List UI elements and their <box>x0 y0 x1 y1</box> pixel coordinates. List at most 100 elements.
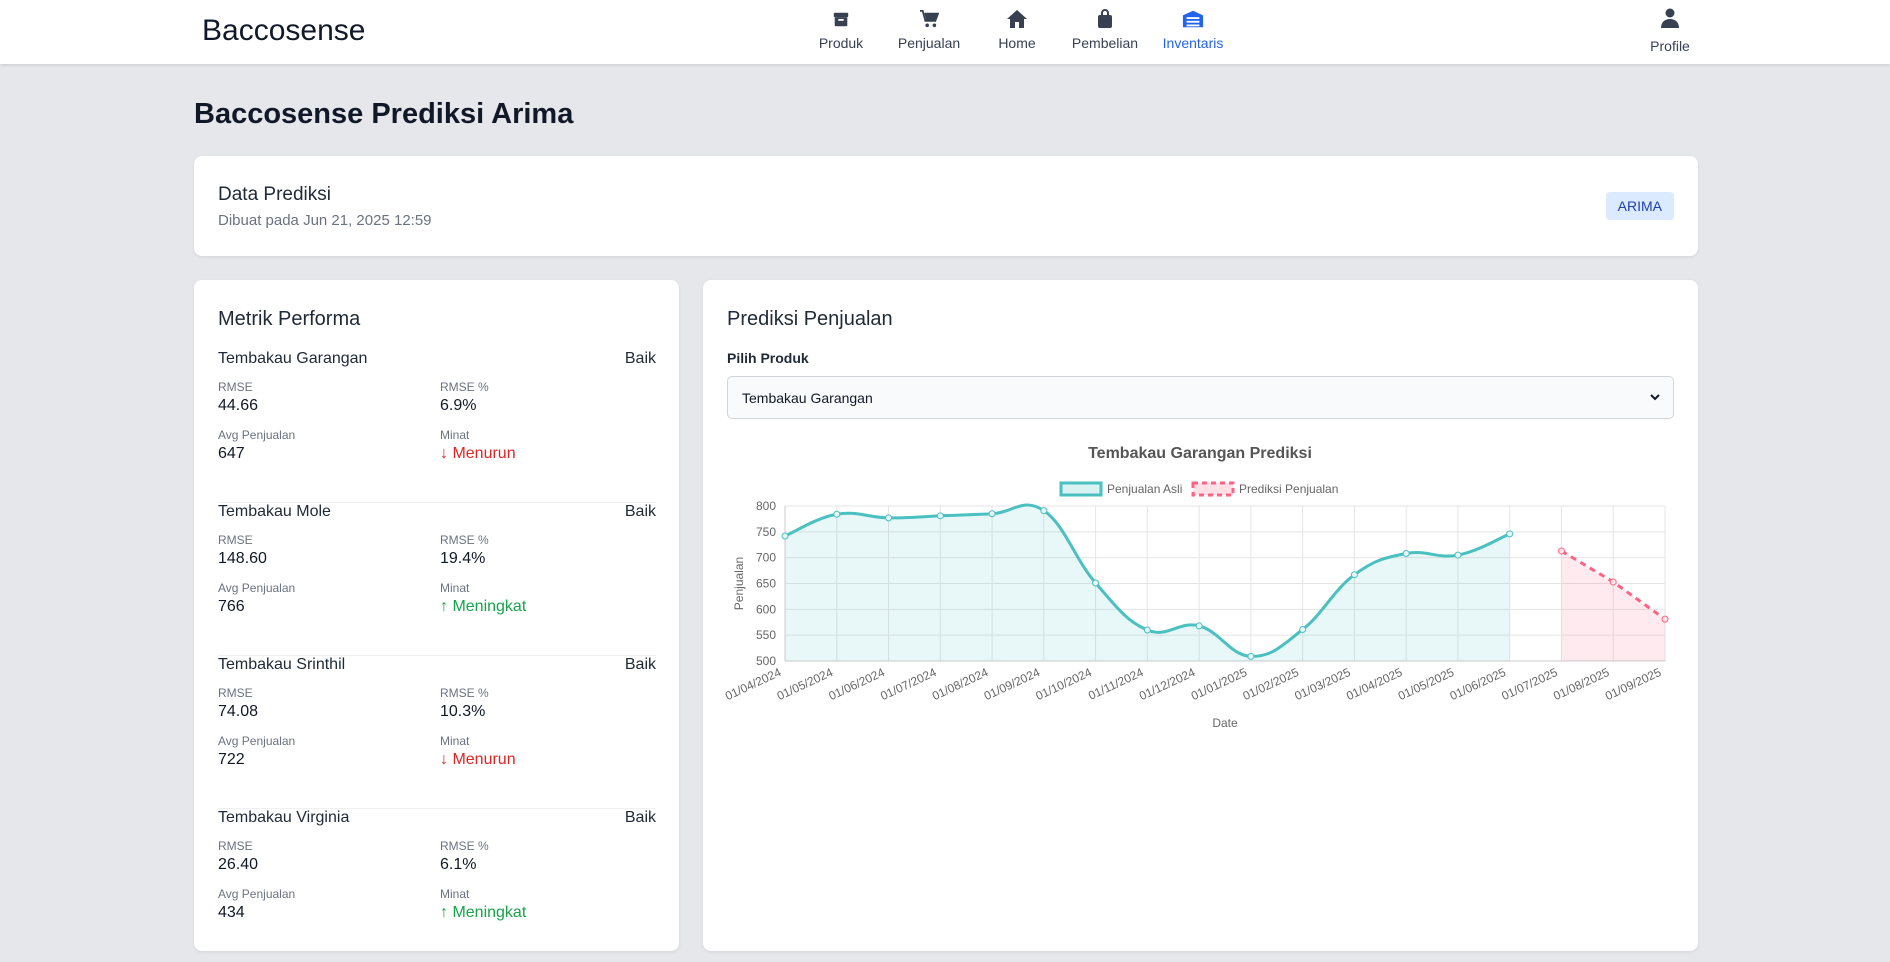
x-tick-label: 01/09/2024 <box>982 665 1043 703</box>
actual-data-point <box>1299 625 1307 633</box>
rmse-pct-label: RMSE % <box>440 686 489 700</box>
x-tick-label: 01/10/2024 <box>1034 665 1095 703</box>
trend-label: Minat <box>440 581 470 595</box>
actual-data-point <box>1454 551 1462 559</box>
y-tick-label: 600 <box>756 602 776 616</box>
legend-swatch-actual <box>1059 481 1103 497</box>
y-tick-label: 750 <box>756 525 776 539</box>
trend-value: ↑ Meningkat <box>440 904 527 921</box>
rmse-value: 44.66 <box>218 397 259 414</box>
actual-data-point <box>988 510 996 518</box>
metric-item: Tembakau Srinthil Baik RMSE 74.08 RMSE % 1… <box>218 656 656 809</box>
rmse-value: 148.60 <box>218 550 267 567</box>
avg-value: 434 <box>218 904 245 921</box>
x-tick-label: 01/09/2025 <box>1603 665 1664 703</box>
trend-label: Minat <box>440 887 470 901</box>
nav-item-produk[interactable]: Produk <box>797 8 885 51</box>
actual-data-point <box>1506 530 1514 538</box>
rmse-label: RMSE <box>218 839 253 853</box>
avg-value: 766 <box>218 598 245 615</box>
metrics-card: Metrik Performa Tembakau Garangan Baik R… <box>194 280 679 951</box>
legend-label-predicted: Prediksi Penjualan <box>1239 482 1338 496</box>
nav-item-profile[interactable]: Profile <box>1640 8 1700 54</box>
metrics-title: Metrik Performa <box>218 308 361 330</box>
y-tick-label: 700 <box>756 551 776 565</box>
metric-status: Baik <box>624 350 656 367</box>
metric-product-name: Tembakau Srinthil <box>218 656 346 673</box>
metric-item: Tembakau Garangan Baik RMSE 44.66 RMSE % 6… <box>218 350 656 503</box>
user-icon <box>1661 8 1679 33</box>
main-nav: Produk Penjualan Home Pembelian Inventar… <box>797 8 1237 51</box>
brand-logo[interactable]: Baccosense <box>202 14 365 48</box>
x-tick-label: 01/01/2025 <box>1189 665 1250 703</box>
actual-data-point <box>1092 579 1100 587</box>
metrics-list: Tembakau Garangan Baik RMSE 44.66 RMSE % 6… <box>218 350 656 962</box>
y-tick-label: 650 <box>756 577 776 591</box>
sales-prediction-chart: Tembakau Garangan Prediksi Penjualan Asli… <box>723 445 1669 730</box>
nav-item-penjualan[interactable]: Penjualan <box>885 8 973 51</box>
actual-data-point <box>833 510 841 518</box>
actual-data-point <box>885 514 893 522</box>
rmse-label: RMSE <box>218 380 253 394</box>
actual-data-point <box>1040 507 1048 515</box>
rmse-pct-label: RMSE % <box>440 380 489 394</box>
x-tick-label: 01/08/2025 <box>1551 665 1612 703</box>
box-icon <box>830 8 852 30</box>
nav-label-inventaris: Inventaris <box>1162 35 1224 51</box>
rmse-label: RMSE <box>218 686 253 700</box>
avg-label: Avg Penjualan <box>218 887 296 901</box>
rmse-value: 26.40 <box>218 856 259 873</box>
cart-icon <box>918 8 940 30</box>
prediction-info-card: Data Prediksi Dibuat pada Jun 21, 2025 1… <box>194 156 1698 256</box>
rmse-value: 74.08 <box>218 703 259 720</box>
actual-data-point <box>1247 652 1255 660</box>
x-tick-label: 01/07/2025 <box>1499 665 1560 703</box>
rmse-pct-label: RMSE % <box>440 533 489 547</box>
x-tick-label: 01/11/2024 <box>1086 665 1146 703</box>
actual-data-point <box>781 532 789 540</box>
actual-data-point <box>1195 622 1203 630</box>
nav-label-pembelian: Pembelian <box>1071 35 1139 51</box>
nav-label-produk: Produk <box>818 35 864 51</box>
y-tick-label: 550 <box>756 628 776 642</box>
avg-value: 647 <box>218 445 245 462</box>
actual-data-point <box>936 512 944 520</box>
bag-icon <box>1094 8 1116 30</box>
actual-data-point <box>1402 550 1410 558</box>
nav-label-home: Home <box>998 35 1036 51</box>
info-title: Data Prediksi <box>218 184 331 205</box>
legend-swatch-predicted <box>1191 481 1235 497</box>
predicted-data-point <box>1661 615 1669 623</box>
rmse-pct-value: 6.1% <box>440 856 477 873</box>
y-axis-label: Penjualan <box>732 557 746 610</box>
chart-title: Tembakau Garangan Prediksi <box>1088 445 1312 462</box>
trend-label: Minat <box>440 428 470 442</box>
x-tick-label: 01/06/2024 <box>826 665 887 703</box>
metric-product-name: Tembakau Virginia <box>218 809 350 826</box>
x-tick-label: 01/05/2025 <box>1396 665 1457 703</box>
actual-data-point <box>1350 571 1358 579</box>
rmse-label: RMSE <box>218 533 253 547</box>
avg-label: Avg Penjualan <box>218 581 296 595</box>
metric-status: Baik <box>624 656 656 673</box>
metric-item: Tembakau Virginia Baik RMSE 26.40 RMSE % 6… <box>218 809 656 962</box>
page-title: Baccosense Prediksi Arima <box>194 98 574 130</box>
nav-item-inventaris[interactable]: Inventaris <box>1149 8 1237 51</box>
nav-item-pembelian[interactable]: Pembelian <box>1061 8 1149 51</box>
warehouse-icon <box>1182 8 1204 30</box>
avg-label: Avg Penjualan <box>218 428 296 442</box>
rmse-pct-value: 10.3% <box>440 703 486 720</box>
trend-value: ↓ Menurun <box>440 445 516 462</box>
metric-item: Tembakau Mole Baik RMSE 148.60 RMSE % 19.4… <box>218 503 656 656</box>
x-tick-label: 01/12/2024 <box>1137 665 1198 703</box>
x-axis-label: Date <box>1212 716 1238 730</box>
legend-label-actual: Penjualan Asli <box>1107 482 1182 496</box>
x-tick-label: 01/04/2024 <box>723 665 784 703</box>
x-tick-label: 01/06/2025 <box>1448 665 1509 703</box>
x-tick-label: 01/07/2024 <box>878 665 939 703</box>
metric-status: Baik <box>624 503 656 520</box>
prediction-card: Prediksi Penjualan Pilih Produk Tembakau… <box>703 280 1698 951</box>
actual-data-point <box>1143 626 1151 634</box>
nav-item-home[interactable]: Home <box>973 8 1061 51</box>
rmse-pct-value: 19.4% <box>440 550 486 567</box>
